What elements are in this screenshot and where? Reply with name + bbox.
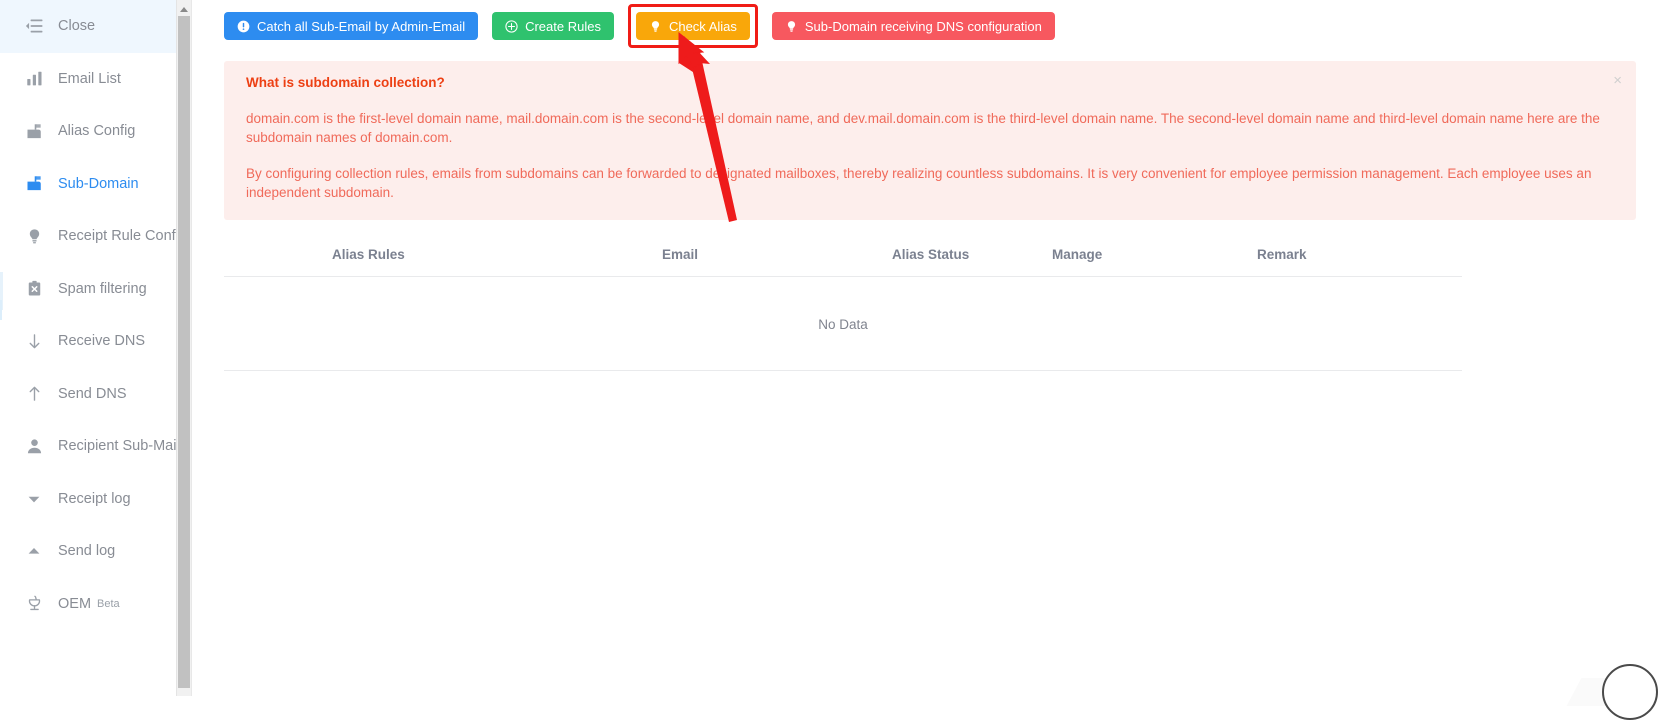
sidebar-item-label: Spam filtering [58, 280, 147, 297]
trophy-icon [24, 594, 44, 614]
scroll-up-arrow-icon[interactable] [177, 2, 191, 16]
create-rules-label: Create Rules [525, 18, 601, 34]
create-rules-button[interactable]: Create Rules [492, 12, 614, 40]
catch-all-sub-email-button[interactable]: Catch all Sub-Email by Admin-Email [224, 12, 479, 40]
sidebar-item-alias-config[interactable]: Alias Config [0, 105, 191, 158]
alias-table: Alias Rules Email Alias Status Manage Re… [224, 237, 1462, 371]
sidebar-item-beta-badge: Beta [97, 597, 120, 610]
sidebar-item-label: Send DNS [58, 385, 127, 402]
sidebar-item-oem[interactable]: OEM Beta [0, 578, 191, 631]
sidebar-item-close[interactable]: Close [0, 0, 191, 53]
mail-box-icon [24, 174, 44, 194]
sidebar-scrollbar[interactable] [176, 0, 191, 696]
scrollbar-thumb[interactable] [178, 16, 190, 688]
check-alias-button[interactable]: Check Alias [635, 12, 750, 40]
bulb-icon [785, 20, 798, 33]
alert-paragraph-1: domain.com is the first-level domain nam… [246, 111, 1600, 145]
sidebar-item-send-log[interactable]: Send log [0, 525, 191, 578]
sidebar-edge-marker-secondary [0, 300, 2, 320]
alert-title: What is subdomain collection? [246, 75, 445, 90]
bulb-icon [24, 226, 44, 246]
check-alias-highlight-box: Check Alias [627, 4, 758, 48]
sidebar-item-label: Receive DNS [58, 333, 146, 350]
alias-table-container: Alias Rules Email Alias Status Manage Re… [224, 237, 1636, 371]
alert-paragraph-2: By configuring collection rules, emails … [246, 166, 1592, 200]
arrow-up-icon [24, 384, 44, 404]
caret-down-icon [24, 489, 44, 509]
sidebar-item-label: Close [58, 18, 96, 35]
mail-box-icon [24, 121, 44, 141]
column-header-manage: Manage [1052, 237, 1257, 277]
column-header-remark: Remark [1257, 237, 1462, 277]
sub-domain-dns-config-label: Sub-Domain receiving DNS configuration [804, 18, 1042, 34]
sidebar-item-receive-dns[interactable]: Receive DNS [0, 315, 191, 368]
sidebar-item-sub-domain[interactable]: Sub-Domain [0, 158, 191, 211]
sidebar-item-recipient-sub-mail[interactable]: Recipient Sub-Mail [0, 420, 191, 473]
close-icon[interactable]: × [1613, 73, 1622, 88]
catch-all-sub-email-label: Catch all Sub-Email by Admin-Email [257, 18, 466, 34]
sidebar-item-label: Receipt Rule Config [58, 228, 187, 245]
table-header-row: Alias Rules Email Alias Status Manage Re… [224, 237, 1462, 277]
main-content: Catch all Sub-Email by Admin-Email Creat… [192, 0, 1668, 720]
column-header-email: Email [662, 237, 892, 277]
sidebar-item-spam-filtering[interactable]: Spam filtering [0, 263, 191, 316]
sidebar-item-send-dns[interactable]: Send DNS [0, 368, 191, 421]
menu-fold-icon [24, 16, 44, 36]
sidebar-item-label: Sub-Domain [58, 175, 139, 192]
bulb-icon [649, 20, 662, 33]
no-data-text: No Data [224, 276, 1462, 371]
sidebar-item-label: Alias Config [58, 123, 136, 140]
help-widget-button[interactable] [1602, 664, 1658, 720]
bar-chart-icon [24, 69, 44, 89]
sidebar-item-receipt-log[interactable]: Receipt log [0, 473, 191, 526]
info-circle-icon [237, 20, 250, 33]
subdomain-info-alert: What is subdomain collection? domain.com… [224, 61, 1636, 220]
sidebar-item-label: OEM [58, 595, 92, 612]
sidebar-item-label: Send log [58, 543, 116, 560]
action-toolbar: Catch all Sub-Email by Admin-Email Creat… [192, 0, 1668, 48]
caret-up-icon [24, 541, 44, 561]
plus-circle-icon [505, 19, 518, 33]
sidebar-item-label: Email List [58, 70, 121, 87]
table-empty-row: No Data [224, 276, 1462, 371]
sidebar-item-label: Receipt log [58, 490, 131, 507]
app-root: Close Email List Alias Config Sub-Domain Rec… [0, 0, 1668, 720]
arrow-down-icon [24, 331, 44, 351]
sidebar-item-email-list[interactable]: Email List [0, 53, 191, 106]
sidebar-item-receipt-rule-config[interactable]: Receipt Rule Config [0, 210, 191, 263]
sidebar-menu: Close Email List Alias Config Sub-Domain Rec… [0, 0, 191, 630]
alias-table-body: No Data [224, 276, 1462, 371]
alias-table-head: Alias Rules Email Alias Status Manage Re… [224, 237, 1462, 277]
sub-domain-dns-config-button[interactable]: Sub-Domain receiving DNS configuration [771, 12, 1055, 40]
sidebar: Close Email List Alias Config Sub-Domain Rec… [0, 0, 192, 696]
user-icon [24, 436, 44, 456]
sidebar-item-label: Recipient Sub-Mail [58, 438, 180, 455]
clipboard-x-icon [24, 279, 44, 299]
check-alias-label: Check Alias [668, 18, 737, 34]
column-header-alias-status: Alias Status [892, 237, 1052, 277]
column-header-alias-rules: Alias Rules [224, 237, 662, 277]
